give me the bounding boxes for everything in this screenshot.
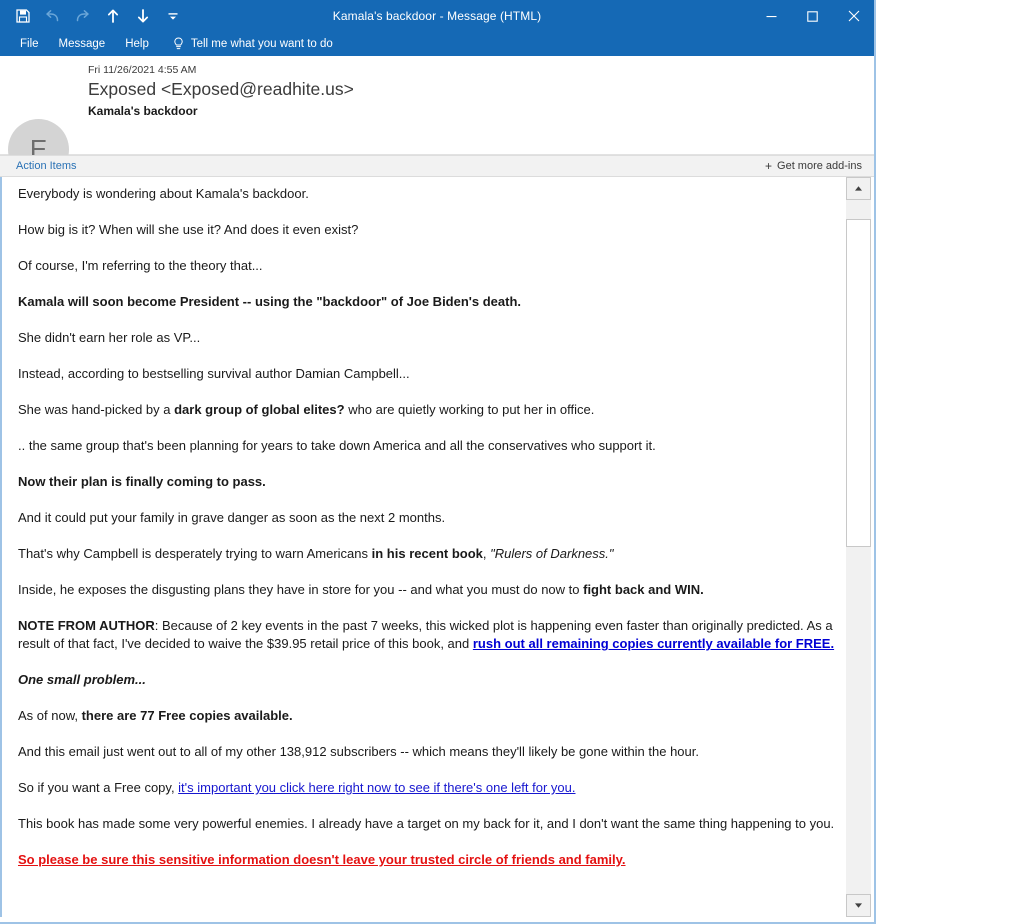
body-text: who are quietly working to put her in of… <box>344 402 595 417</box>
body-text: That's why Campbell is desperately tryin… <box>18 546 372 561</box>
scroll-down-button[interactable] <box>846 894 871 917</box>
body-paragraph: Inside, he exposes the disgusting plans … <box>18 581 836 599</box>
body-paragraph: And this email just went out to all of m… <box>18 744 699 759</box>
body-paragraph: Now their plan is finally coming to pass… <box>18 473 836 491</box>
body-text: So if you want a Free copy, <box>18 780 179 795</box>
message-body-region: Everybody is wondering about Kamala's ba… <box>0 177 874 917</box>
free-copies-link[interactable]: rush out all remaining copies currently … <box>473 636 834 651</box>
body-paragraph: NOTE FROM AUTHOR: Because of 2 key event… <box>18 617 836 653</box>
customize-qat-button[interactable] <box>164 5 181 27</box>
title-bar: Kamala's backdoor - Message (HTML) <box>0 0 874 32</box>
redo-button[interactable] <box>74 5 91 27</box>
message-window: Kamala's backdoor - Message (HTML) File <box>0 0 876 924</box>
body-paragraph: So if you want a Free copy, it's importa… <box>18 779 836 797</box>
body-paragraph: .. the same group that's been planning f… <box>18 438 656 453</box>
maximize-button[interactable] <box>792 0 833 32</box>
body-paragraph: That's why Campbell is desperately tryin… <box>18 545 836 563</box>
body-text-bold: NOTE FROM AUTHOR <box>18 618 155 633</box>
click-here-link[interactable]: it's important you click here right now … <box>178 780 575 795</box>
body-text-bold: there are 77 Free copies available. <box>81 708 293 723</box>
body-paragraph: She didn't earn her role as VP... <box>18 330 201 345</box>
plus-icon: + <box>765 159 773 173</box>
body-text: As of now, <box>18 708 82 723</box>
tab-help[interactable]: Help <box>115 32 159 56</box>
addin-action-items[interactable]: Action Items <box>16 160 77 172</box>
undo-button[interactable] <box>44 5 61 27</box>
body-text-italic: "Rulers of Darkness." <box>490 546 614 561</box>
body-text-bold: fight back and WIN. <box>583 582 704 597</box>
get-more-addins-button[interactable]: + Get more add-ins <box>765 160 862 172</box>
previous-item-button[interactable] <box>104 5 121 27</box>
lightbulb-icon <box>173 37 184 51</box>
body-paragraph: She was hand-picked by a dark group of g… <box>18 401 836 419</box>
body-scrollbar[interactable] <box>842 177 874 917</box>
body-paragraph: As of now, there are 77 Free copies avai… <box>18 707 836 725</box>
ribbon-tab-bar: File Message Help Tell me what you want … <box>0 32 874 56</box>
body-paragraph: And it could put your family in grave da… <box>18 510 446 525</box>
scroll-up-button[interactable] <box>846 177 871 200</box>
close-button[interactable] <box>833 0 874 32</box>
body-text: Inside, he exposes the disgusting plans … <box>18 582 584 597</box>
body-text-italic-bold: One small problem... <box>18 672 146 687</box>
tell-me-search[interactable]: Tell me what you want to do <box>173 37 333 51</box>
body-paragraph: Instead, according to bestselling surviv… <box>18 366 410 381</box>
sensitive-info-warning[interactable]: So please be sure this sensitive informa… <box>18 852 626 867</box>
next-item-button[interactable] <box>134 5 151 27</box>
body-paragraph: Kamala will soon become President -- usi… <box>18 293 836 311</box>
message-body: Everybody is wondering about Kamala's ba… <box>2 177 843 917</box>
minimize-button[interactable] <box>751 0 792 32</box>
body-text-bold: Kamala will soon become President -- usi… <box>18 294 522 309</box>
tell-me-placeholder: Tell me what you want to do <box>190 38 333 50</box>
body-text: She was hand-picked by a <box>18 402 175 417</box>
message-date: Fri 11/26/2021 4:55 AM <box>88 64 197 76</box>
body-paragraph: So please be sure this sensitive informa… <box>18 851 836 869</box>
window-controls <box>751 0 874 32</box>
body-text-bold: Now their plan is finally coming to pass… <box>18 474 266 489</box>
message-header: E Fri 11/26/2021 4:55 AM Exposed <Expose… <box>0 56 874 203</box>
scrollbar-thumb[interactable] <box>846 219 871 547</box>
body-paragraph: Of course, I'm referring to the theory t… <box>18 258 263 273</box>
save-button[interactable] <box>14 5 31 27</box>
body-paragraph: One small problem... <box>18 671 836 689</box>
message-sender[interactable]: Exposed <Exposed@readhite.us> <box>88 79 854 100</box>
body-text-bold: dark group of global elites? <box>174 402 345 417</box>
tab-file[interactable]: File <box>10 32 49 56</box>
quick-access-toolbar <box>14 0 181 32</box>
header-fields: Fri 11/26/2021 4:55 AM Exposed <Exposed@… <box>88 64 854 118</box>
body-text-bold: in his recent book <box>371 546 483 561</box>
tab-message[interactable]: Message <box>49 32 116 56</box>
body-paragraph: How big is it? When will she use it? And… <box>18 222 359 237</box>
body-paragraph: This book has made some very powerful en… <box>18 816 835 831</box>
get-more-addins-label: Get more add-ins <box>777 160 862 172</box>
addins-bar: Action Items + Get more add-ins <box>0 155 874 177</box>
body-paragraph: Everybody is wondering about Kamala's ba… <box>18 186 309 201</box>
message-subject: Kamala's backdoor <box>88 104 198 118</box>
